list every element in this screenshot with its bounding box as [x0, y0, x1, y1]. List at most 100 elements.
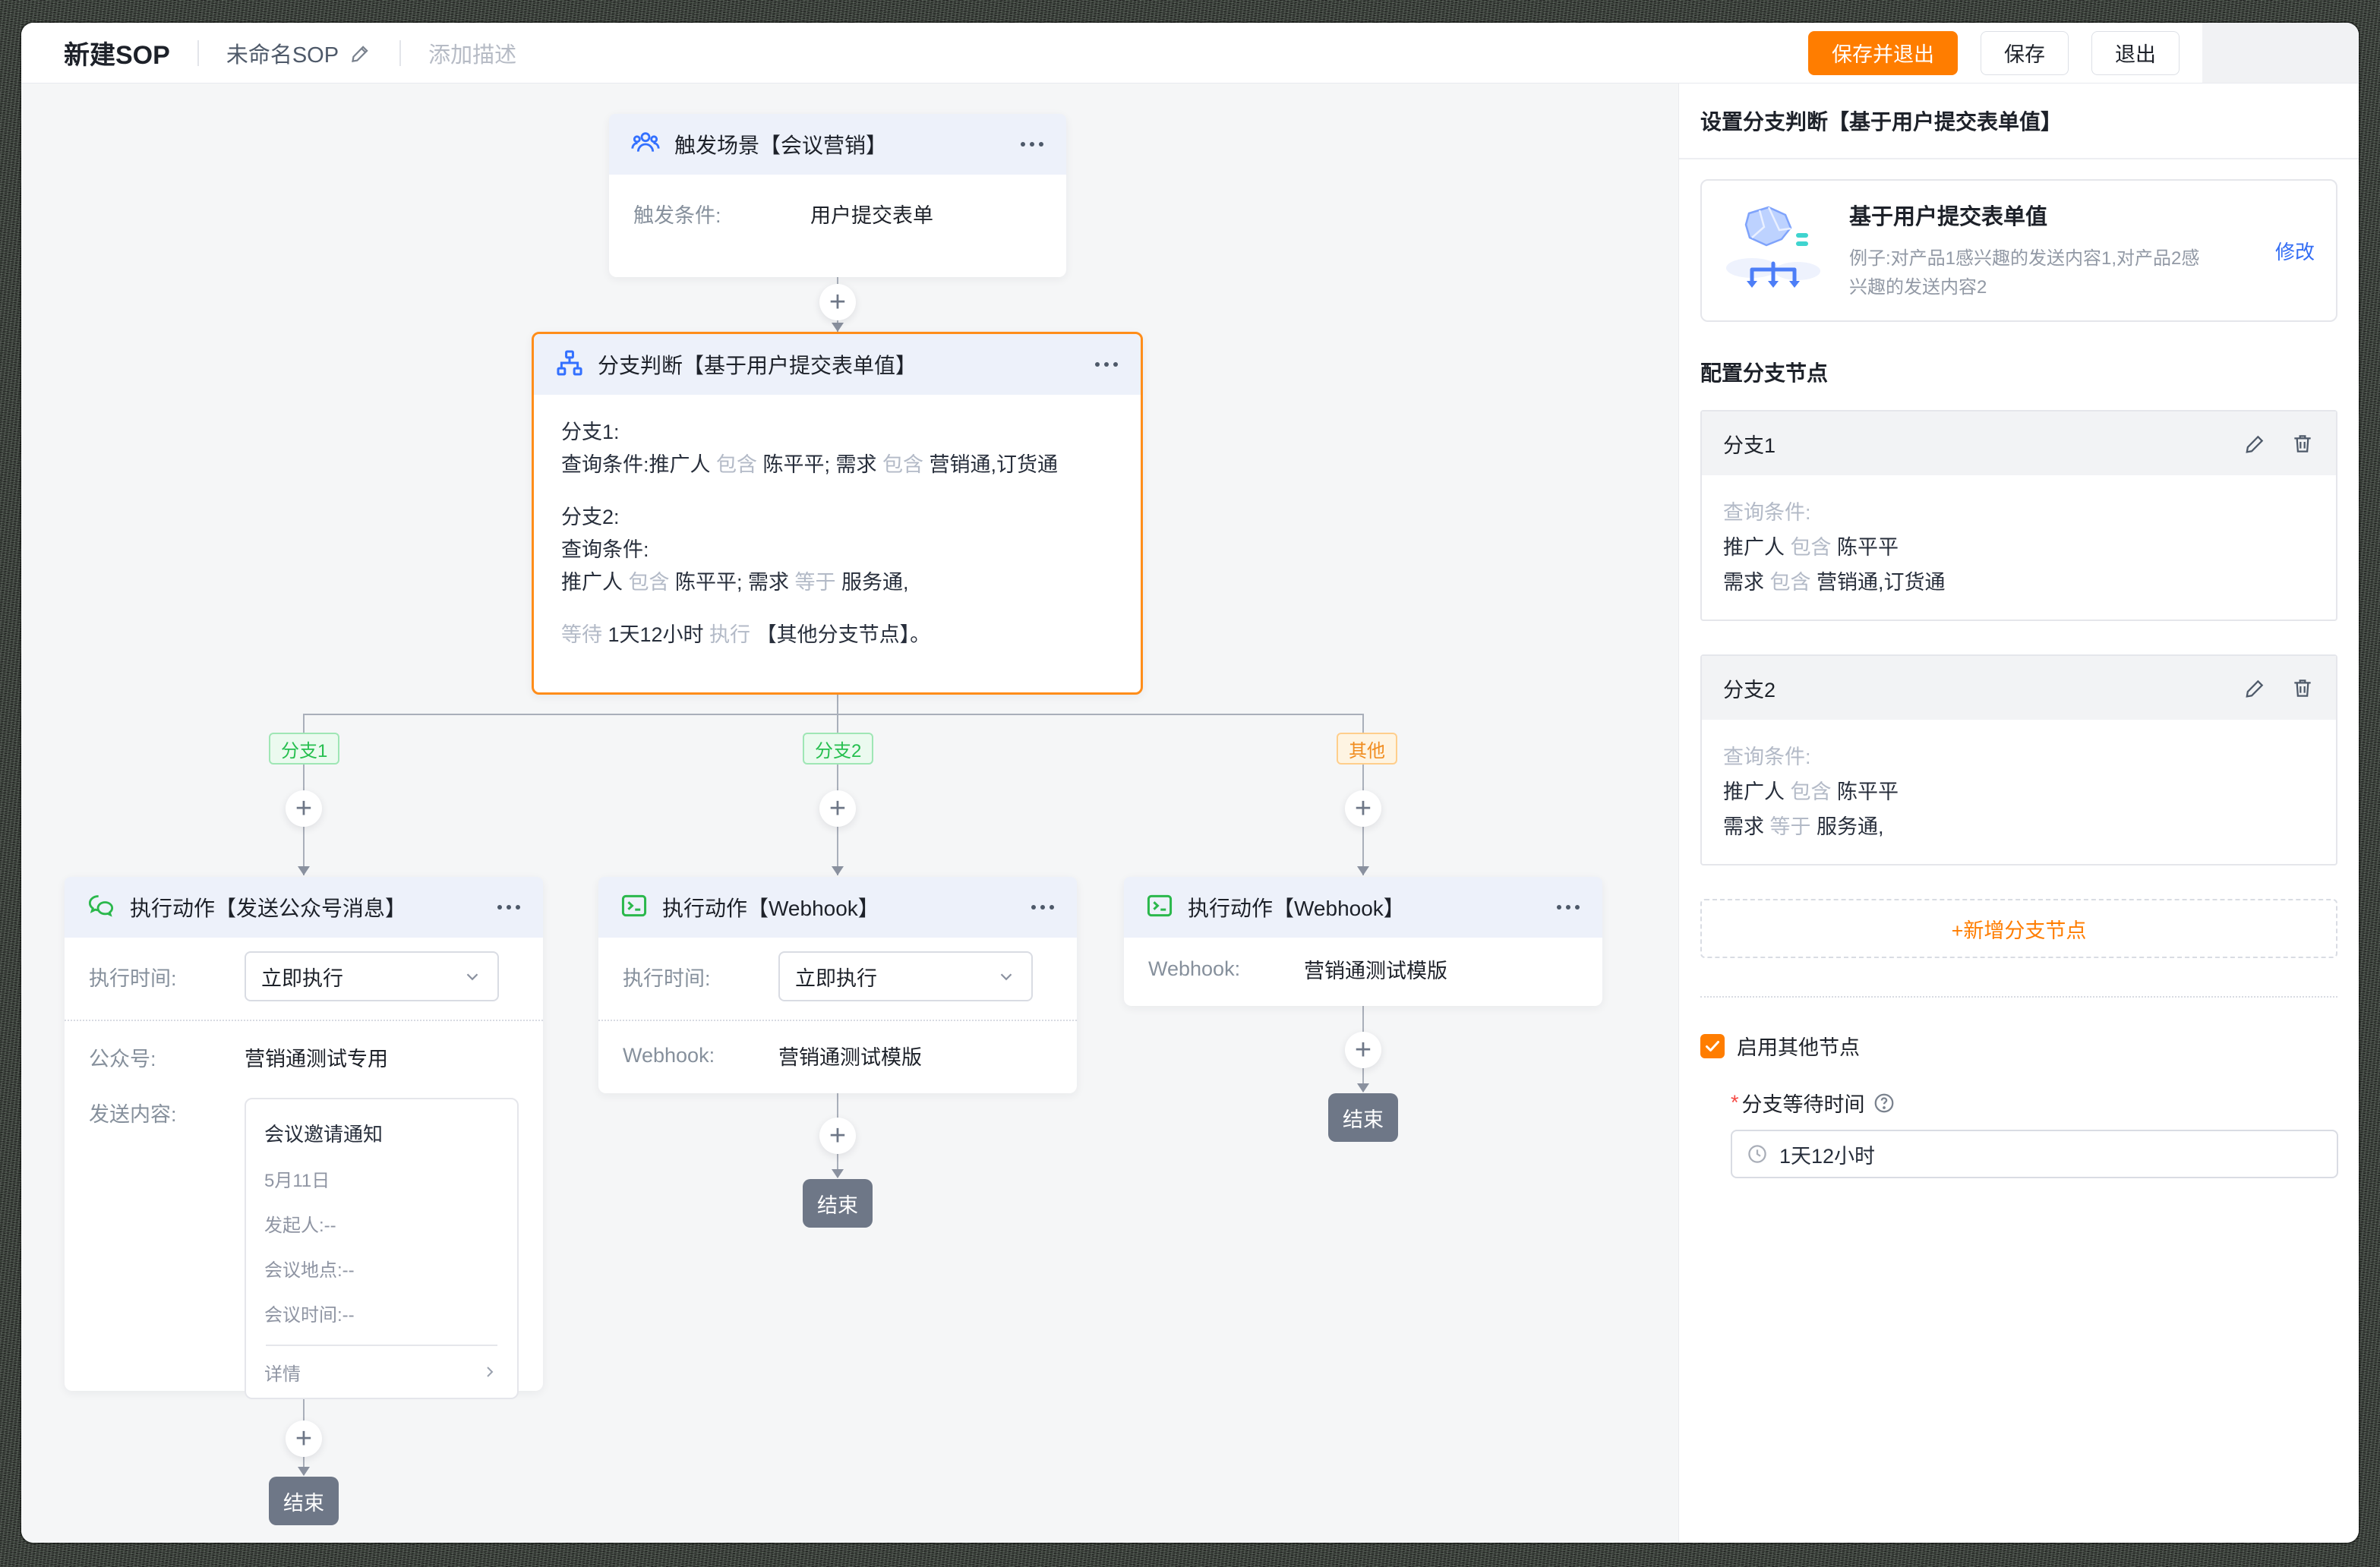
branch-conditions: 查询条件: 推广人 包含 陈平平 需求 包含 营销通,订货通 [1723, 501, 1946, 594]
end-node: 结束 [803, 1179, 873, 1228]
chevron-down-icon [466, 973, 478, 981]
action-node-webhook-2[interactable]: 执行动作【Webhook】 Webhook: 营销通测试模版 [1124, 877, 1602, 1006]
node-title: 执行动作【Webhook】 [662, 897, 879, 920]
sitemap-icon [555, 348, 584, 381]
end-node: 结束 [269, 1477, 339, 1525]
add-node-button[interactable] [819, 1118, 856, 1154]
delete-icon[interactable] [2290, 676, 2315, 700]
connector [304, 714, 1364, 715]
add-branch-button[interactable]: +新增分支节点 [1700, 899, 2337, 958]
edit-icon[interactable] [2243, 676, 2268, 700]
wait-time-input-wrapper[interactable] [1731, 1130, 2338, 1178]
terminal-icon [1145, 891, 1174, 924]
add-node-button[interactable] [1345, 790, 1381, 827]
trigger-node[interactable]: 触发场景【会议营销】 触发条件: 用户提交表单 [609, 114, 1066, 277]
branch-type-desc: 例子:对产品1感兴趣的发送内容1,对产品2感兴趣的发送内容2 [1849, 248, 2200, 298]
required-asterisk: * [1731, 1091, 1739, 1114]
arrow-down-icon [1357, 1083, 1369, 1092]
arrow-down-icon [298, 1467, 310, 1476]
add-node-button[interactable] [286, 790, 322, 827]
rename-pencil-icon[interactable] [349, 42, 372, 65]
exec-time-label: 执行时间: [89, 966, 177, 990]
header-corner [2202, 23, 2359, 84]
exec-time-label: 执行时间: [623, 966, 711, 990]
branch-illustration-icon [1723, 203, 1829, 298]
branch-type-title: 基于用户提交表单值 [1849, 205, 2048, 229]
exec-time-select[interactable]: 立即执行 [245, 951, 499, 1001]
terminal-icon [620, 891, 649, 924]
desktop-background: 新建SOP 未命名SOP 添加描述 保存并退出 保存 退出 分支1 分支2 其他… [0, 0, 2380, 1567]
people-group-icon [630, 128, 661, 162]
node-title: 执行动作【Webhook】 [1188, 897, 1405, 920]
divider [598, 1020, 1077, 1021]
account-value: 营销通测试专用 [245, 1048, 388, 1070]
wait-time-input[interactable] [1779, 1142, 2323, 1166]
page-title: 新建SOP [64, 41, 170, 70]
message-date: 5月11日 [264, 1171, 330, 1191]
edit-icon[interactable] [2243, 431, 2268, 456]
add-node-button[interactable] [286, 1420, 322, 1457]
save-button[interactable]: 保存 [1981, 30, 2069, 75]
action-node-webhook-1[interactable]: 执行动作【Webhook】 执行时间: 立即执行 Webhook: 营销通测试模… [598, 877, 1077, 1093]
add-node-button[interactable] [1345, 1032, 1381, 1068]
webhook-label: Webhook: [623, 1044, 715, 1067]
trigger-cond-label: 触发条件: [633, 204, 721, 227]
branch-label-other: 其他 [1337, 733, 1397, 765]
chevron-right-icon [487, 1367, 494, 1377]
exit-button[interactable]: 退出 [2091, 30, 2180, 75]
webhook-value: 营销通测试模版 [778, 1046, 922, 1069]
wechat-icon [86, 891, 116, 925]
arrow-down-icon [832, 1169, 844, 1178]
node-title: 触发场景【会议营销】 [674, 134, 888, 157]
add-description[interactable]: 添加描述 [428, 37, 516, 69]
sop-editor-window: 新建SOP 未命名SOP 添加描述 保存并退出 保存 退出 分支1 分支2 其他… [21, 23, 2359, 1543]
branch-name: 分支2 [1723, 678, 1776, 702]
add-node-button[interactable] [819, 284, 856, 320]
clock-icon [1748, 1145, 1766, 1163]
content-label: 发送内容: [89, 1103, 177, 1126]
message-row: 会议时间:-- [264, 1305, 355, 1326]
more-menu-icon[interactable] [1094, 355, 1119, 374]
delete-icon[interactable] [2290, 431, 2315, 456]
trigger-cond-value: 用户提交表单 [810, 204, 933, 227]
branch-type-card: 基于用户提交表单值 例子:对产品1感兴趣的发送内容1,对产品2感兴趣的发送内容2… [1700, 179, 2337, 322]
message-detail-link[interactable]: 详情 [264, 1346, 499, 1398]
exec-time-value: 立即执行 [261, 966, 343, 990]
add-node-button[interactable] [819, 790, 856, 827]
more-menu-icon[interactable] [1555, 897, 1581, 917]
divider [65, 1020, 543, 1021]
wait-time-label: 分支等待时间 [1741, 1093, 1865, 1116]
save-and-exit-button[interactable]: 保存并退出 [1808, 30, 1958, 75]
branch-conditions-text: 分支1: 查询条件:推广人 包含 陈平平; 需求 包含 营销通,订货通 分支2: 查… [561, 421, 1059, 646]
account-label: 公众号: [89, 1048, 156, 1070]
more-menu-icon[interactable] [1019, 134, 1045, 154]
config-branches-heading: 配置分支节点 [1700, 361, 1829, 385]
divider [399, 39, 402, 66]
arrow-down-icon [1357, 866, 1369, 875]
exec-time-select[interactable]: 立即执行 [778, 951, 1033, 1001]
node-title: 分支判断【基于用户提交表单值】 [598, 354, 917, 377]
action-node-wechat[interactable]: 执行动作【发送公众号消息】 执行时间: 立即执行 公众号: 营销通测试专用 发送… [65, 877, 543, 1399]
branch-label-2: 分支2 [803, 733, 874, 765]
workflow-canvas[interactable]: 分支1 分支2 其他 触发场景【会议营销】 [21, 84, 1678, 1543]
branch-node[interactable]: 分支判断【基于用户提交表单值】 分支1: 查询条件:推广人 包含 陈平平; 需求 … [532, 332, 1143, 695]
enable-other-checkbox-row[interactable]: 启用其他节点 [1700, 1031, 2337, 1061]
branch-label-1: 分支1 [269, 733, 340, 765]
help-question-icon[interactable] [1873, 1092, 1895, 1115]
enable-other-label: 启用其他节点 [1737, 1036, 1860, 1059]
doc-name: 未命名SOP [226, 43, 339, 68]
branch-conditions: 查询条件: 推广人 包含 陈平平 需求 等于 服务通, [1723, 746, 1899, 838]
checkbox-checked-icon[interactable] [1700, 1033, 1725, 1058]
node-title: 执行动作【发送公众号消息】 [130, 897, 407, 920]
modify-link[interactable]: 修改 [2275, 237, 2315, 265]
webhook-label: Webhook: [1148, 957, 1241, 980]
message-row: 会议地点:-- [264, 1260, 355, 1281]
more-menu-icon[interactable] [1030, 897, 1056, 917]
more-menu-icon[interactable] [496, 897, 522, 917]
panel-title: 设置分支判断【基于用户提交表单值】 [1679, 84, 2359, 159]
branch-name: 分支1 [1723, 434, 1776, 457]
exec-time-value: 立即执行 [795, 966, 877, 990]
arrow-down-icon [298, 866, 310, 875]
connector [837, 695, 838, 714]
webhook-value: 营销通测试模版 [1304, 960, 1447, 982]
